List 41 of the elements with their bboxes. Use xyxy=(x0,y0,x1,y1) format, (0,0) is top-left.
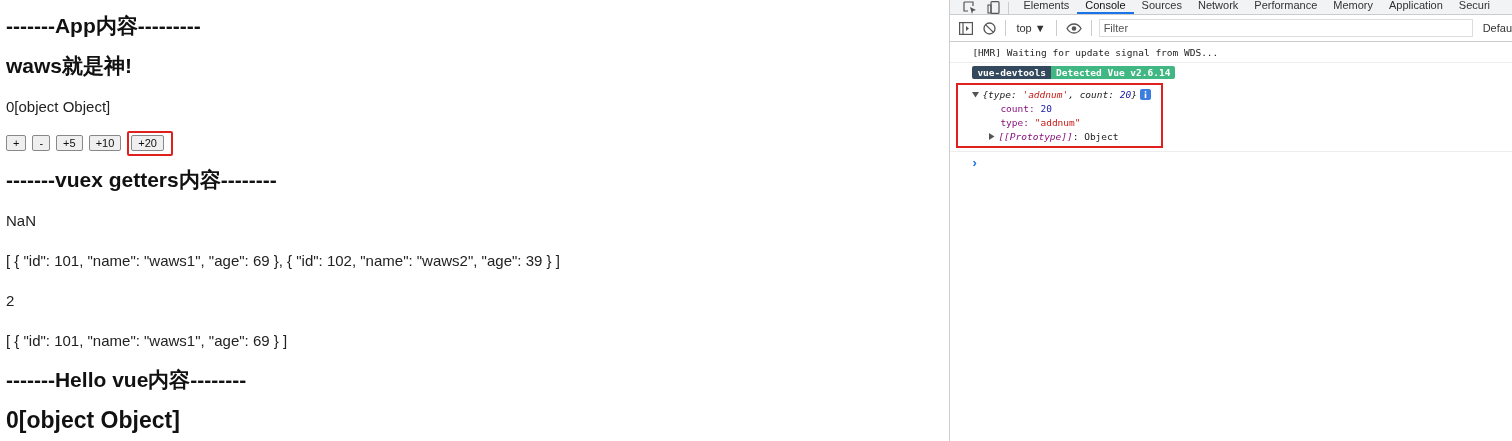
console-prompt[interactable]: › xyxy=(972,154,977,170)
object-property: count: 20 xyxy=(1000,102,1052,114)
devtools-badge: vue-devtools xyxy=(972,66,1051,79)
devtools-tab[interactable]: Sources xyxy=(1133,0,1190,14)
increment-button[interactable]: - xyxy=(32,135,51,151)
increment-button[interactable]: +5 xyxy=(56,135,83,151)
vue-version-badge: Detected Vue v2.6.14 xyxy=(1051,66,1176,79)
levels-dropdown[interactable]: Defau xyxy=(1472,22,1512,34)
text-line: 0[object Object] xyxy=(6,97,111,115)
object-property: type: "addnum" xyxy=(1000,116,1081,128)
section-heading: -------Hello vue内容-------- xyxy=(6,367,247,393)
text-line: 2 xyxy=(6,291,15,309)
page-title: 0[object Object] xyxy=(6,406,180,434)
collapsed-arrow-icon[interactable] xyxy=(988,132,996,140)
eye-icon[interactable] xyxy=(1065,22,1082,34)
section-heading: -------vuex getters内容-------- xyxy=(6,167,277,193)
text-line: [ { "id": 101, "name": "waws1", "age": 69 }, { "id": 102, "name": "waws2", "age": 39 } ] xyxy=(6,251,560,269)
text-line: NaN xyxy=(6,211,36,229)
expand-arrow-icon[interactable] xyxy=(972,90,980,98)
sidebar-icon[interactable] xyxy=(959,21,974,35)
devtools-tab[interactable]: Memory xyxy=(1325,0,1381,14)
devtools-tab[interactable]: Securi xyxy=(1450,0,1499,14)
increment-button[interactable]: +20 xyxy=(131,134,164,151)
prototype-property: [[Prototype]]: Object xyxy=(998,130,1119,142)
devtools-tab[interactable]: Elements xyxy=(1015,0,1078,14)
filter-field[interactable]: Filter xyxy=(1098,19,1473,37)
context-dropdown[interactable]: top ▼ xyxy=(1010,22,1052,34)
increment-button[interactable]: + xyxy=(6,135,27,151)
inspect-icon[interactable] xyxy=(963,0,978,14)
info-icon xyxy=(1139,88,1151,100)
text-line: [ { "id": 101, "name": "waws1", "age": 69 } ] xyxy=(6,331,288,349)
devtools-tab[interactable]: Performance xyxy=(1246,0,1326,14)
console-message: [HMR] Waiting for update signal from WDS... xyxy=(972,46,1219,58)
devtools-tab[interactable]: Network xyxy=(1189,0,1247,14)
device-icon[interactable] xyxy=(987,0,1002,14)
section-heading: waws就是神! xyxy=(6,53,133,79)
increment-button[interactable]: +10 xyxy=(88,135,122,151)
devtools-tab[interactable]: Application xyxy=(1381,0,1451,14)
clear-icon[interactable] xyxy=(983,21,997,35)
object-summary: {type: 'addnum', count: 20} xyxy=(982,88,1137,100)
section-heading: -------App内容--------- xyxy=(6,13,201,39)
